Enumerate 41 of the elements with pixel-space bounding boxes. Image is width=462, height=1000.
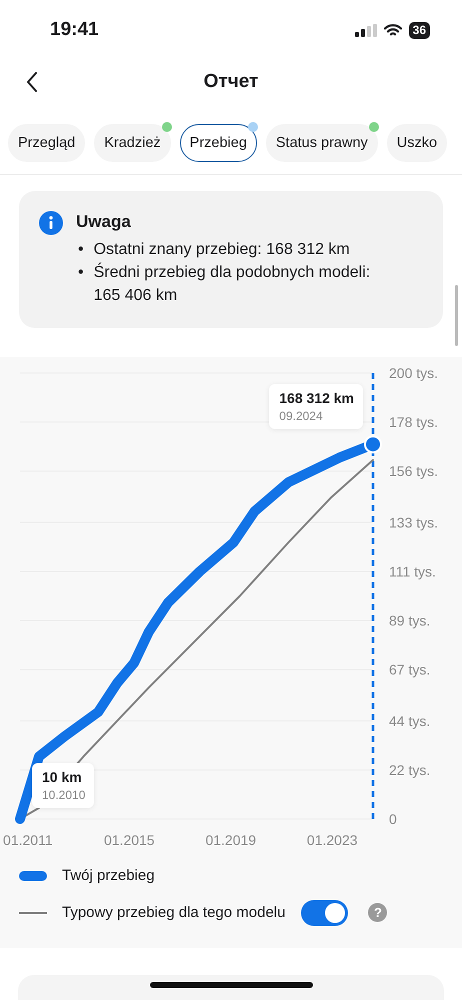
axis-label: 133 tys. [389,514,438,530]
axis-label: 01.2023 [306,832,358,848]
axis-label: 01.2019 [205,832,256,848]
tab[interactable]: Uszko [386,124,448,162]
axis-label: 67 tys. [389,662,430,678]
back-icon[interactable] [26,72,38,92]
axis-label: 111 tys. [389,563,436,580]
tooltip-date: 10.2010 [42,788,86,802]
axis-label: 156 tys. [389,463,438,480]
tab[interactable]: Przebieg [180,124,257,162]
legend-label: Typowy przebieg dla tego modelu [62,904,286,921]
tab[interactable]: Kradzież [94,124,171,162]
axis-label: 178 tys. [389,414,438,430]
axis-label: 44 tys. [389,712,430,729]
signal-icon [354,24,377,36]
wifi-icon [384,24,402,36]
clock-time: 19:41 [50,19,99,41]
battery-indicator: 36 [408,22,430,38]
info-icon [39,211,63,235]
axis-label: 01.2015 [104,832,155,848]
bullet: • [78,240,84,260]
notice-item: Średni przebieg dla podobnych modeli: 165 406 km [94,262,372,306]
screen-title: Отчет [204,71,258,93]
axis-label: 200 tys. [389,365,438,381]
data-point [364,435,382,454]
legend-label: Twój przebieg [62,867,155,884]
tooltip-value: 10 km [42,769,83,785]
axis-label: 01.2011 [3,832,53,848]
notice-title: Uwaga [76,212,132,232]
tooltip-value: 168 312 km [279,390,354,406]
tooltip-date: 09.2024 [279,409,324,424]
tab[interactable]: Przegląd [8,124,86,162]
scrollbar [455,285,458,346]
tab[interactable]: Status prawny [266,124,378,162]
toggle-switch[interactable] [301,900,348,926]
axis-label: 89 tys. [389,612,430,629]
legend-swatch [19,870,47,880]
axis-label: 0 [389,811,397,827]
bullet: • [78,263,84,283]
notice-item: Ostatni znany przebieg: 168 312 km [94,240,350,260]
axis-label: 22 tys. [389,762,430,778]
